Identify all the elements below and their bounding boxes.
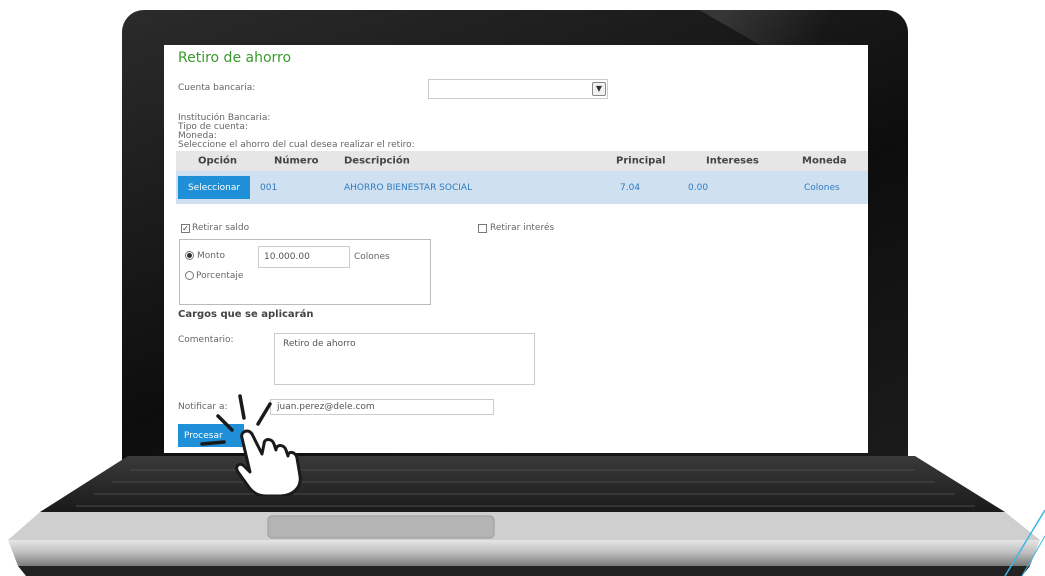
comment-textarea[interactable]: Retiro de ahorro	[274, 333, 535, 385]
row-description: AHORRO BIENESTAR SOCIAL	[344, 182, 473, 193]
bank-account-label: Cuenta bancaria:	[178, 83, 256, 93]
withdraw-balance-checkbox[interactable]: ✓	[181, 224, 190, 233]
pointing-hand-click-icon	[200, 394, 302, 496]
amount-radio[interactable]	[185, 251, 194, 260]
percentage-radio[interactable]	[185, 271, 194, 280]
amount-currency-label: Colones	[354, 252, 390, 262]
row-principal: 7.04	[620, 182, 641, 193]
charges-title: Cargos que se aplicarán	[178, 309, 314, 320]
withdraw-balance-label: Retirar saldo	[192, 223, 250, 233]
row-interest: 0.00	[688, 182, 709, 193]
table-row: Seleccionar 001 AHORRO BIENESTAR SOCIAL …	[176, 171, 868, 204]
row-number: 001	[260, 182, 278, 193]
decorative-corner-line	[1004, 509, 1045, 576]
column-header: Opción	[198, 155, 238, 167]
withdraw-interest-checkbox[interactable]	[478, 224, 487, 233]
bank-account-select[interactable]	[428, 79, 608, 99]
amount-label: Monto	[197, 251, 226, 261]
select-savings-button[interactable]: Seleccionar	[178, 176, 250, 199]
instruction-label: Seleccione el ahorro del cual desea real…	[178, 140, 415, 150]
savings-table-header: Opción Número Descripción Principal Inte…	[176, 151, 868, 171]
row-currency: Colones	[804, 182, 840, 193]
page-title: Retiro de ahorro	[178, 50, 292, 66]
comment-label: Comentario:	[178, 335, 234, 345]
column-header: Intereses	[706, 155, 759, 167]
percentage-label: Porcentaje	[196, 271, 244, 281]
chevron-down-icon[interactable]: ▼	[592, 82, 606, 96]
column-header: Moneda	[802, 155, 847, 167]
column-header: Principal	[616, 155, 666, 167]
laptop-keyboard-base	[0, 448, 1045, 576]
column-header: Número	[274, 155, 319, 167]
withdraw-interest-label: Retirar interés	[490, 223, 555, 233]
column-header: Descripción	[344, 155, 410, 167]
amount-input[interactable]	[258, 246, 350, 268]
